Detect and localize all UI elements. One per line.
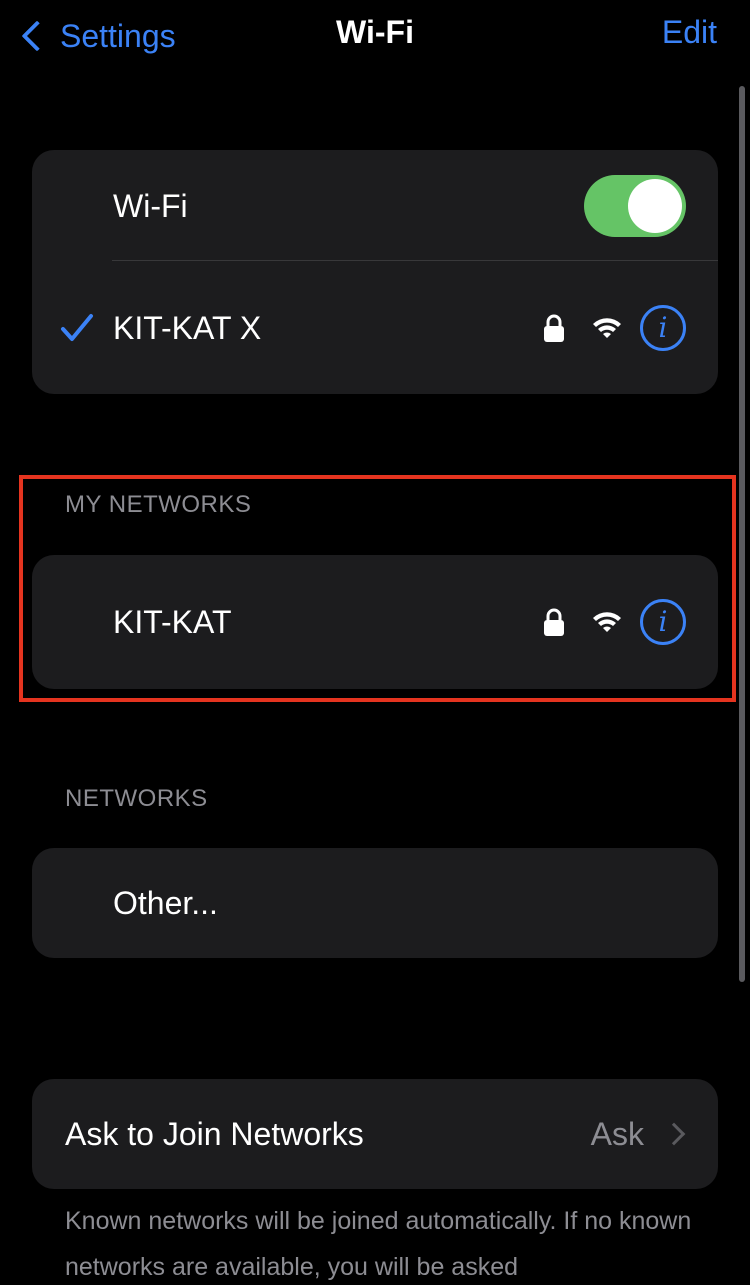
connected-network-row[interactable]: KIT-KAT X i xyxy=(32,262,718,394)
checkmark-icon xyxy=(61,314,93,341)
toggle-knob xyxy=(628,179,682,233)
info-icon: i xyxy=(658,311,668,344)
ask-to-join-value: Ask xyxy=(590,1115,644,1152)
wifi-toggle-row: Wi-Fi xyxy=(32,150,718,262)
ask-to-join-row[interactable]: Ask to Join Networks Ask xyxy=(32,1079,718,1189)
lock-icon xyxy=(544,314,564,342)
ask-to-join-description: Known networks will be joined automatica… xyxy=(65,1207,692,1281)
networks-header: NETWORKS xyxy=(65,785,208,812)
nav-bar: Settings Wi-Fi Edit xyxy=(0,0,750,72)
ask-to-join-card: Ask to Join Networks Ask xyxy=(32,1079,718,1189)
chevron-right-icon xyxy=(662,1122,686,1146)
wifi-card: Wi-Fi KIT-KAT X i xyxy=(32,150,718,394)
wifi-toggle[interactable] xyxy=(584,175,686,237)
edit-button[interactable]: Edit xyxy=(662,14,717,51)
network-icons: i xyxy=(542,305,686,351)
highlight-box xyxy=(19,475,736,702)
other-network-label: Other... xyxy=(113,884,218,921)
scrollbar[interactable] xyxy=(739,86,745,982)
ask-to-join-value-group: Ask xyxy=(590,1115,686,1153)
wifi-icon xyxy=(593,318,621,338)
wifi-settings-screen: Settings Wi-Fi Edit Wi-Fi KIT-KAT X i MY… xyxy=(0,0,750,1285)
row-divider xyxy=(112,260,718,261)
wifi-toggle-label: Wi-Fi xyxy=(113,187,188,224)
info-button[interactable]: i xyxy=(640,305,686,351)
ask-to-join-label: Ask to Join Networks xyxy=(65,1115,364,1152)
page-title: Wi-Fi xyxy=(336,14,414,50)
networks-card: Other... xyxy=(32,848,718,958)
connected-network-name: KIT-KAT X xyxy=(113,309,262,346)
other-network-row[interactable]: Other... xyxy=(32,848,718,958)
